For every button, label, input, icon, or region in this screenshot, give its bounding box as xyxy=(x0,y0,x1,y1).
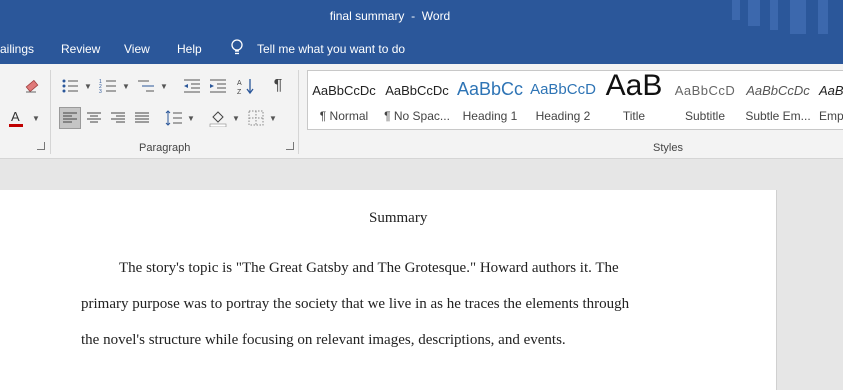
shading-button[interactable] xyxy=(208,108,228,128)
decrease-indent-button[interactable] xyxy=(182,76,202,96)
align-right-icon xyxy=(111,112,125,123)
tab-view[interactable]: View xyxy=(124,42,150,56)
align-left-icon xyxy=(63,112,77,123)
multilevel-list-button[interactable] xyxy=(136,76,156,96)
style-name: Heading 2 xyxy=(535,109,591,123)
styles-gallery: AaBbCcDc ¶ Normal AaBbCcDc ¶ No Spac... … xyxy=(307,70,843,130)
svg-text:3: 3 xyxy=(99,89,102,94)
document-line: primary purpose was to portray the socie… xyxy=(81,296,630,312)
style-preview: AaBbCcD xyxy=(674,83,736,98)
increase-indent-icon xyxy=(210,79,226,93)
show-hide-marks-button[interactable]: ¶ xyxy=(268,76,288,96)
borders-icon xyxy=(248,110,264,126)
document-page[interactable]: Summary The story's topic is "The Great … xyxy=(0,190,777,390)
shading-icon xyxy=(209,111,227,127)
font-color-icon: A xyxy=(9,109,23,127)
borders-button[interactable] xyxy=(246,108,266,128)
style-subtitle[interactable]: AaBbCcD Subtitle xyxy=(669,71,741,129)
title-decoration xyxy=(790,0,806,34)
justify-icon xyxy=(135,112,149,123)
style-name: Title xyxy=(622,109,646,123)
group-divider xyxy=(50,70,51,154)
clear-formatting-button[interactable] xyxy=(22,76,42,96)
bullets-icon xyxy=(62,79,78,93)
center-button[interactable] xyxy=(84,108,104,128)
title-bar: final summary - Word xyxy=(0,0,843,34)
chevron-down-icon[interactable]: ▼ xyxy=(269,114,277,123)
document-line: the novel's structure while focusing on … xyxy=(81,332,566,348)
svg-text:A: A xyxy=(237,80,242,87)
sort-button[interactable]: A Z xyxy=(236,76,256,96)
title-decoration xyxy=(748,0,760,26)
style-title[interactable]: AaB Title xyxy=(598,71,670,129)
document-name: final summary xyxy=(329,9,405,23)
chevron-down-icon[interactable]: ▼ xyxy=(232,114,240,123)
style-preview: AaBbCcDc xyxy=(385,83,449,98)
svg-text:Z: Z xyxy=(237,89,242,95)
numbering-button[interactable]: 1 2 3 xyxy=(98,76,118,96)
increase-indent-button[interactable] xyxy=(208,76,228,96)
justify-button[interactable] xyxy=(132,108,152,128)
style-name: ¶ No Spac... xyxy=(384,109,450,123)
group-divider xyxy=(298,70,299,154)
window-title: final summary - Word xyxy=(0,9,780,23)
tell-me-search[interactable]: Tell me what you want to do xyxy=(257,42,405,56)
style-preview: AaBl xyxy=(819,83,843,98)
document-heading: Summary xyxy=(369,210,428,226)
style-name: Subtle Em... xyxy=(745,109,811,123)
style-emphasis[interactable]: AaBl Emp xyxy=(815,71,843,129)
style-name: Emp xyxy=(819,109,843,123)
bullets-button[interactable] xyxy=(60,76,80,96)
style-preview: AaBbCcDc xyxy=(312,83,376,98)
lightbulb-icon xyxy=(231,39,243,55)
tab-review[interactable]: Review xyxy=(61,42,100,56)
center-icon xyxy=(87,112,101,123)
style-preview: AaBbCcDc xyxy=(746,83,810,98)
line-spacing-icon xyxy=(165,110,182,126)
font-dialog-launcher[interactable] xyxy=(37,142,45,150)
svg-text:A: A xyxy=(11,109,20,124)
style-preview: AaBbCc xyxy=(456,79,524,99)
style-name: ¶ Normal xyxy=(319,109,369,123)
align-left-button[interactable] xyxy=(59,107,81,129)
numbering-icon: 1 2 3 xyxy=(99,79,116,94)
tab-mailings[interactable]: ailings xyxy=(0,42,34,56)
multilevel-list-icon xyxy=(138,80,154,92)
style-heading-1[interactable]: AaBbCc Heading 1 xyxy=(454,71,526,129)
style-name: Heading 1 xyxy=(462,109,518,123)
tab-help[interactable]: Help xyxy=(177,42,202,56)
styles-group-label: Styles xyxy=(653,142,683,154)
style-heading-2[interactable]: AaBbCcD Heading 2 xyxy=(527,71,599,129)
chevron-down-icon[interactable]: ▼ xyxy=(32,114,40,123)
style-no-spacing[interactable]: AaBbCcDc ¶ No Spac... xyxy=(381,71,453,129)
line-spacing-button[interactable] xyxy=(164,108,184,128)
ribbon-tabs: ailings Review View Help Tell me what yo… xyxy=(0,34,843,64)
style-normal[interactable]: AaBbCcDc ¶ Normal xyxy=(308,71,380,129)
style-preview: AaB xyxy=(605,70,663,102)
chevron-down-icon[interactable]: ▼ xyxy=(84,82,92,91)
title-decoration xyxy=(818,0,828,34)
app-name: Word xyxy=(421,9,451,23)
title-separator: - xyxy=(411,9,416,23)
chevron-down-icon[interactable]: ▼ xyxy=(122,82,130,91)
chevron-down-icon[interactable]: ▼ xyxy=(160,82,168,91)
paragraph-dialog-launcher[interactable] xyxy=(286,142,294,150)
document-line: The story's topic is "The Great Gatsby a… xyxy=(119,260,619,276)
pilcrow-icon: ¶ xyxy=(273,77,283,94)
title-decoration xyxy=(732,0,740,20)
decrease-indent-icon xyxy=(184,79,200,93)
style-name: Subtitle xyxy=(684,109,726,123)
eraser-icon xyxy=(25,79,39,93)
align-right-button[interactable] xyxy=(108,108,128,128)
style-subtle-emphasis[interactable]: AaBbCcDc Subtle Em... xyxy=(742,71,814,129)
style-preview: AaBbCcD xyxy=(530,81,596,98)
title-decoration xyxy=(770,0,778,30)
chevron-down-icon[interactable]: ▼ xyxy=(187,114,195,123)
font-color-button[interactable]: A xyxy=(6,108,26,128)
sort-icon: A Z xyxy=(237,79,254,95)
paragraph-group-label: Paragraph xyxy=(139,142,191,154)
